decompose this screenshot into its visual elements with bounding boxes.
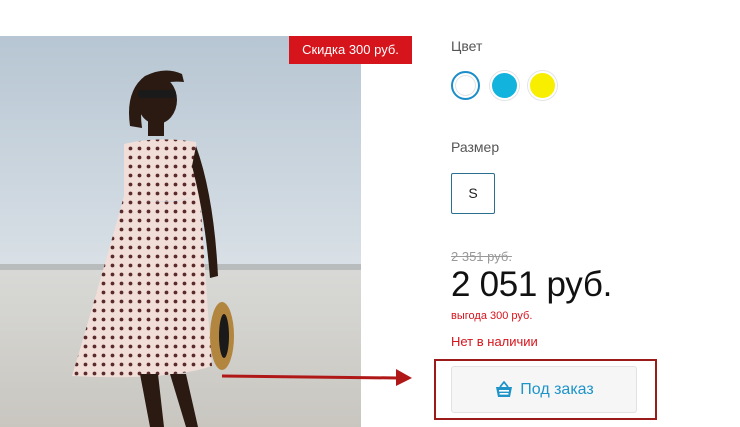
color-swatch-yellow[interactable]	[528, 71, 557, 100]
color-label: Цвет	[451, 38, 483, 54]
size-option-s[interactable]: S	[451, 173, 495, 214]
old-price: 2 351 руб.	[451, 249, 512, 264]
pre-order-button-label: Под заказ	[520, 380, 594, 398]
basket-icon	[496, 380, 513, 397]
color-swatch-white[interactable]	[451, 71, 480, 100]
arrow-annotation	[222, 369, 412, 386]
size-label: Размер	[451, 139, 500, 155]
saving-amount: выгода 300 руб.	[451, 310, 533, 322]
discount-badge: Скидка 300 руб.	[289, 36, 412, 64]
pre-order-button[interactable]: Под заказ	[451, 366, 637, 413]
availability-status: Нет в наличии	[451, 334, 538, 349]
color-swatch-blue[interactable]	[490, 71, 519, 100]
current-price: 2 051 руб.	[451, 265, 613, 304]
